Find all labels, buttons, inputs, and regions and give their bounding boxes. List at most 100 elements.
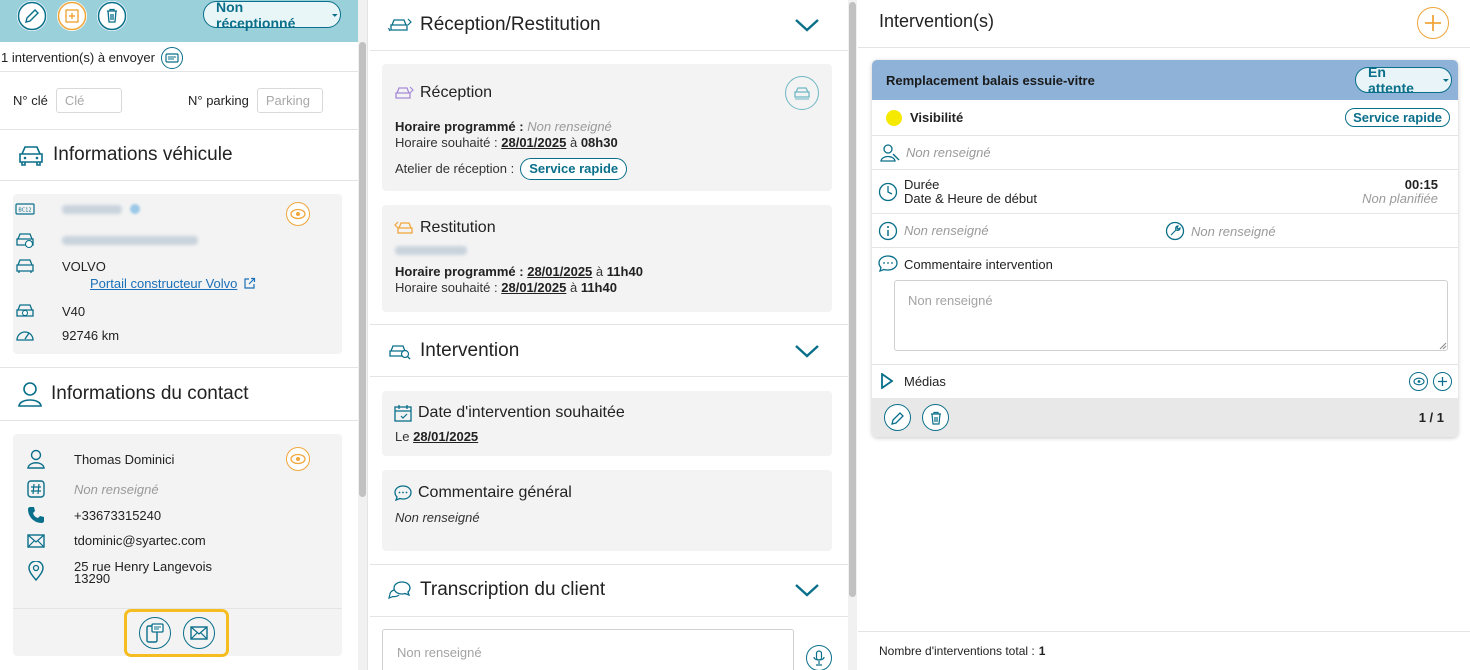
reception-section-header[interactable]: Réception/Restitution — [370, 8, 840, 42]
contact-section-title: Informations du contact — [17, 381, 249, 407]
status-dropdown[interactable]: Non réceptionné — [203, 0, 341, 31]
manufacturer-portal-link[interactable]: Portail constructeur Volvo — [90, 276, 237, 291]
plus-icon — [1438, 377, 1447, 386]
calendar-icon — [394, 405, 412, 422]
divider — [370, 324, 848, 325]
transcription-section-header[interactable]: Transcription du client — [370, 573, 840, 607]
chevron-down-icon[interactable] — [794, 344, 820, 358]
reception-title-text: Réception — [420, 84, 493, 101]
scheduled-value: Non renseigné — [527, 119, 612, 134]
intervention-section-header[interactable]: Intervention — [370, 334, 840, 368]
interventions-total: Nombre d'interventions total : 1 — [858, 631, 1470, 670]
eye-icon — [290, 208, 306, 220]
scheduled-date[interactable]: 28/01/2025 — [527, 264, 592, 279]
wished-time: 08h30 — [580, 135, 618, 150]
plate-icon: BC12 — [14, 203, 36, 215]
intervention-comment-textarea[interactable]: Non renseigné — [894, 280, 1448, 351]
category-row: Visibilité Service rapide — [872, 100, 1458, 136]
key-input[interactable] — [55, 88, 122, 113]
general-comment-card: Commentaire général Non renseigné — [382, 470, 832, 551]
status-label: Non réceptionné — [216, 0, 296, 31]
parking-input[interactable] — [256, 88, 323, 113]
microphone-icon — [813, 650, 825, 666]
scheduled-time: 11h40 — [606, 264, 643, 279]
vin-row — [14, 231, 198, 249]
pencil-icon — [890, 411, 904, 425]
add-intervention-button[interactable] — [1417, 7, 1449, 39]
info-icon — [878, 221, 898, 240]
intervention-card: Remplacement balais essuie-vitre En atte… — [872, 60, 1458, 437]
chevron-down-icon[interactable] — [794, 583, 820, 597]
edit-button[interactable] — [17, 1, 47, 31]
delete-button[interactable] — [97, 1, 127, 31]
transcription-input[interactable]: Non renseigné — [382, 629, 794, 670]
view-medias-button[interactable] — [1409, 372, 1428, 391]
chat-bubbles-icon — [388, 581, 411, 599]
restitution-card: Restitution Horaire programmé : 28/01/20… — [382, 205, 832, 312]
wished-date[interactable]: 28/01/2025 — [501, 280, 566, 295]
car-search-icon — [389, 345, 411, 360]
send-sms-button[interactable] — [138, 617, 171, 649]
wished-date-card: Date d'intervention souhaitée Le 28/01/2… — [382, 391, 832, 456]
send-button[interactable] — [160, 46, 183, 69]
contact-title: Informations du contact — [51, 383, 249, 404]
info-row: Non renseigné Non renseigné — [872, 214, 1458, 248]
wished-label: Horaire souhaité : — [395, 135, 498, 150]
add-media-button[interactable] — [1433, 372, 1452, 391]
reception-transfer-button[interactable] — [785, 76, 819, 110]
caret-down-icon — [332, 13, 339, 17]
at-text: à — [569, 135, 578, 150]
left-toolbar: Non réceptionné — [0, 0, 358, 42]
envelope-icon — [25, 533, 47, 548]
info-value: Non renseigné — [904, 223, 989, 238]
medias-row[interactable]: Médias — [880, 373, 946, 389]
car-sync-icon — [794, 87, 810, 100]
car-front-icon — [14, 257, 36, 275]
start-label: Date & Heure de début — [904, 190, 1037, 206]
contact-address-row: 25 rue Henry Langevois 13290 — [25, 560, 212, 586]
model-value: V40 — [62, 303, 86, 319]
wished-date-value[interactable]: 28/01/2025 — [413, 429, 478, 444]
reception-section-title: Réception/Restitution — [420, 14, 601, 35]
resize-handle-icon[interactable] — [1439, 342, 1447, 350]
svg-text:BC12: BC12 — [18, 208, 31, 214]
wished-date[interactable]: 28/01/2025 — [501, 135, 566, 150]
speech-bubble-icon — [394, 485, 412, 502]
gauge-icon — [14, 327, 36, 343]
chevron-down-icon[interactable] — [794, 18, 820, 32]
vehicle-eye-button[interactable] — [286, 202, 310, 226]
service-tag[interactable]: Service rapide — [1345, 108, 1450, 127]
contact-eye-button[interactable] — [286, 447, 310, 471]
reception-wished: Horaire souhaité : 28/01/2025 à 08h30 — [395, 135, 618, 151]
send-message-icon — [165, 52, 179, 63]
scheduled-label: Horaire programmé : — [395, 119, 524, 134]
contact-actions-highlight — [124, 609, 229, 657]
intervention-status-dropdown[interactable]: En attente — [1355, 64, 1452, 96]
middle-scrollbar[interactable] — [848, 0, 857, 670]
edit-intervention-button[interactable] — [884, 404, 911, 431]
wished-date-line: Le 28/01/2025 — [395, 429, 478, 445]
clock-icon — [878, 182, 898, 201]
divider — [367, 0, 368, 670]
add-square-icon — [57, 1, 87, 31]
car-transfer-icon — [388, 18, 412, 32]
divider — [370, 50, 848, 51]
total-value: 1 — [1038, 644, 1046, 658]
restitution-wished: Horaire souhaité : 28/01/2025 à 11h40 — [395, 280, 617, 296]
car-icon — [19, 146, 43, 166]
duration-labels: Durée Date & Heure de début — [904, 177, 1037, 206]
add-button[interactable] — [57, 1, 87, 31]
at-text: à — [569, 280, 578, 295]
left-scrollbar[interactable] — [358, 0, 367, 670]
workshop-tag[interactable]: Service rapide — [520, 158, 628, 180]
contact-email: tdominic@syartec.com — [74, 533, 206, 548]
reception-card: Réception Horaire programmé : Non rensei… — [382, 64, 832, 191]
delete-intervention-button[interactable] — [922, 404, 949, 431]
microphone-button[interactable] — [806, 645, 832, 670]
address-line2: 13290 — [74, 571, 111, 586]
comment-header: Commentaire intervention — [878, 255, 1053, 273]
total-label: Nombre d'interventions total : — [879, 644, 1035, 658]
external-link-icon[interactable] — [243, 277, 256, 290]
send-email-button[interactable] — [182, 617, 215, 649]
parking-field-group: N° parking — [188, 88, 323, 113]
